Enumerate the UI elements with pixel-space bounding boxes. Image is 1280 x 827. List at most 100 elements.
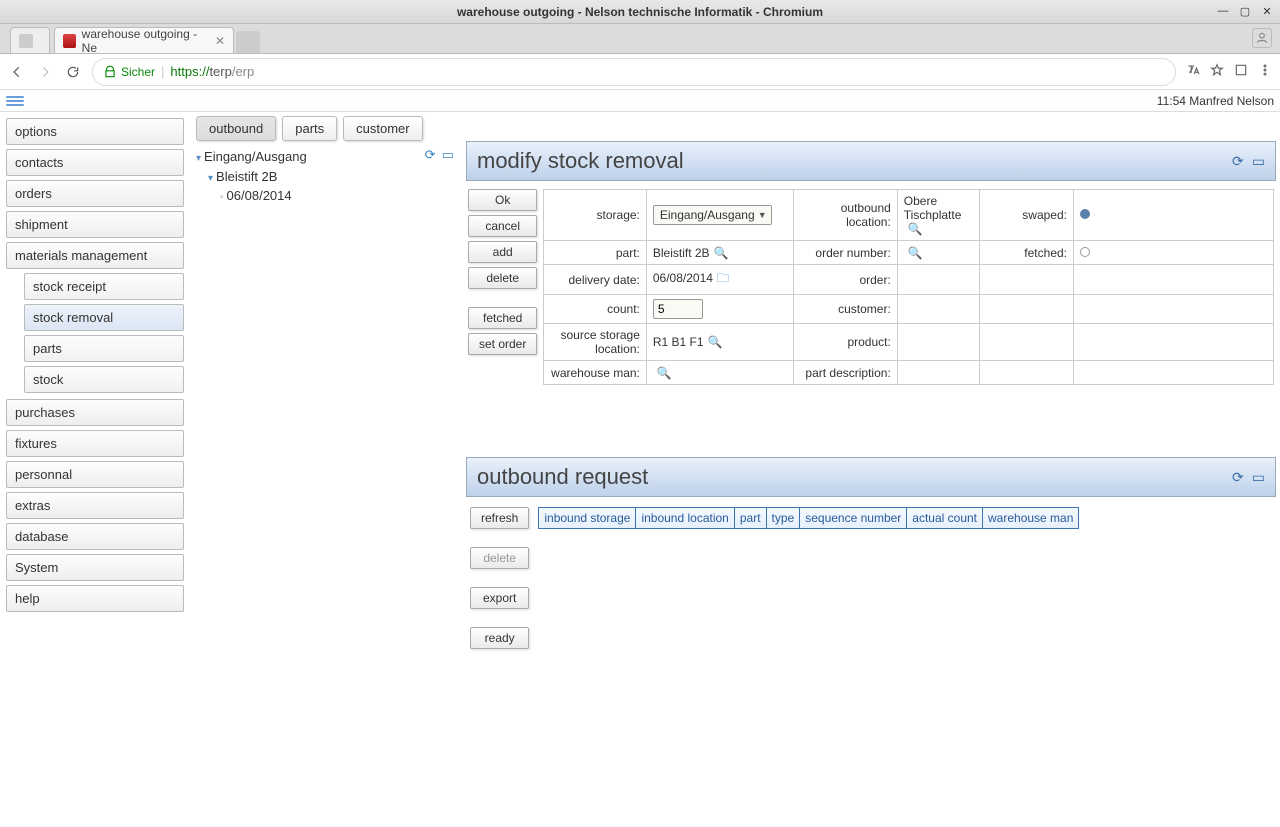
label-product: product: — [793, 324, 897, 361]
tree-caret-icon[interactable]: ▾ — [208, 173, 213, 184]
app-menu-icon[interactable] — [6, 96, 24, 106]
browser-urlbar: Sicher | https://terp/erp — [0, 54, 1280, 90]
panel-header-modify: modify stock removal ⟳ ▭ — [466, 141, 1276, 181]
col-inbound-storage[interactable]: inbound storage — [538, 507, 636, 529]
swaped-radio[interactable] — [1080, 209, 1090, 219]
sidebar-item-shipment[interactable]: shipment — [6, 211, 184, 238]
panel-refresh-icon[interactable]: ⟳ — [1232, 153, 1244, 170]
sidebar-item-personnal[interactable]: personnal — [6, 461, 184, 488]
tab-customer[interactable]: customer — [343, 116, 422, 141]
search-icon[interactable]: 🔍 — [908, 222, 923, 236]
content-tabs: outbound parts customer — [190, 112, 1280, 141]
sidebar-item-orders[interactable]: orders — [6, 180, 184, 207]
label-warehouse-man: warehouse man: — [544, 361, 647, 385]
panel-collapse-icon[interactable]: ▭ — [1252, 469, 1265, 486]
bookmark-icon[interactable] — [1210, 63, 1224, 80]
extensions-icon[interactable] — [1234, 63, 1248, 80]
sidebar-item-options[interactable]: options — [6, 118, 184, 145]
page-icon — [19, 34, 33, 48]
panel-header-outbound: outbound request ⟳ ▭ — [466, 457, 1276, 497]
outbound-table-header: inbound storage inbound location part ty… — [539, 507, 1079, 529]
browser-tab-active[interactable]: warehouse outgoing - Ne ✕ — [54, 27, 234, 53]
page-icon — [63, 34, 76, 48]
count-input[interactable] — [653, 299, 703, 319]
url-text: https://terp/erp — [170, 64, 254, 79]
browser-tab-blank[interactable] — [10, 27, 50, 53]
cancel-button[interactable]: cancel — [468, 215, 537, 237]
sidebar-item-purchases[interactable]: purchases — [6, 399, 184, 426]
tree-pane: ⟳ ▭ ▾Eingang/Ausgang ▾Bleistift 2B ▫06/0… — [190, 141, 460, 827]
label-part-description: part description: — [793, 361, 897, 385]
url-field[interactable]: Sicher | https://terp/erp — [92, 58, 1176, 86]
panel-refresh-icon[interactable]: ⟳ — [1232, 469, 1244, 486]
nav-reload-icon[interactable] — [64, 63, 82, 81]
tree-node-root[interactable]: ▾Eingang/Ausgang — [196, 147, 454, 167]
panel-collapse-icon[interactable]: ▭ — [1252, 153, 1265, 170]
sidebar-subitem-stock-receipt[interactable]: stock receipt — [24, 273, 184, 300]
new-tab-button[interactable] — [236, 31, 260, 53]
menu-icon[interactable] — [1258, 63, 1272, 80]
panel-title: modify stock removal — [477, 148, 684, 174]
sidebar-subitem-stock-removal[interactable]: stock removal — [24, 304, 184, 331]
storage-select[interactable]: Eingang/Ausgang — [653, 205, 772, 225]
col-inbound-location[interactable]: inbound location — [635, 507, 734, 529]
window-title: warehouse outgoing - Nelson technische I… — [457, 5, 823, 19]
label-source-location: source storage location: — [544, 324, 647, 361]
translate-icon[interactable] — [1186, 63, 1200, 80]
search-icon[interactable]: 🔍 — [708, 335, 723, 349]
tree-refresh-icon[interactable]: ⟳ — [425, 147, 436, 163]
fetched-radio[interactable] — [1080, 247, 1090, 257]
tab-parts[interactable]: parts — [282, 116, 337, 141]
part-value: Bleistift 2B — [653, 246, 710, 260]
tab-outbound[interactable]: outbound — [196, 116, 276, 141]
sidebar-item-help[interactable]: help — [6, 585, 184, 612]
sidebar: options contacts orders shipment materia… — [0, 112, 190, 827]
nav-forward-icon[interactable] — [36, 63, 54, 81]
window-minimize-icon[interactable]: — — [1214, 2, 1232, 20]
os-titlebar: warehouse outgoing - Nelson technische I… — [0, 0, 1280, 24]
tree-leaf-icon: ▫ — [220, 192, 224, 203]
sidebar-item-extras[interactable]: extras — [6, 492, 184, 519]
set-order-button[interactable]: set order — [468, 333, 537, 355]
add-button[interactable]: add — [468, 241, 537, 263]
delete-button-outbound[interactable]: delete — [470, 547, 529, 569]
export-button[interactable]: export — [470, 587, 529, 609]
sidebar-subitem-parts[interactable]: parts — [24, 335, 184, 362]
fetched-button[interactable]: fetched — [468, 307, 537, 329]
ready-button[interactable]: ready — [470, 627, 529, 649]
search-icon[interactable]: 🔍 — [714, 246, 729, 260]
refresh-button[interactable]: refresh — [470, 507, 529, 529]
label-order-number: order number: — [793, 241, 897, 265]
source-location-value: R1 B1 F1 — [653, 335, 704, 349]
tab-close-icon[interactable]: ✕ — [215, 34, 225, 48]
tree-collapse-icon[interactable]: ▭ — [442, 147, 454, 163]
col-type[interactable]: type — [766, 507, 801, 529]
nav-back-icon[interactable] — [8, 63, 26, 81]
col-warehouse-man[interactable]: warehouse man — [982, 507, 1079, 529]
sidebar-item-contacts[interactable]: contacts — [6, 149, 184, 176]
label-fetched: fetched: — [979, 241, 1073, 265]
label-storage: storage: — [544, 190, 647, 241]
tree-node-date[interactable]: ▫06/08/2014 — [220, 186, 454, 206]
sidebar-item-fixtures[interactable]: fixtures — [6, 430, 184, 457]
sidebar-item-materials[interactable]: materials management — [6, 242, 184, 269]
outbound-location-value: Obere Tischplatte — [904, 194, 962, 222]
sidebar-subitem-stock[interactable]: stock — [24, 366, 184, 393]
col-actual-count[interactable]: actual count — [906, 507, 983, 529]
calendar-icon[interactable]: 🗀 — [717, 271, 729, 285]
app-topbar: 11:54 Manfred Nelson — [0, 90, 1280, 112]
window-close-icon[interactable]: ✕ — [1258, 2, 1276, 20]
col-part[interactable]: part — [734, 507, 767, 529]
search-icon[interactable]: 🔍 — [657, 366, 672, 380]
sidebar-item-database[interactable]: database — [6, 523, 184, 550]
form-grid: storage: Eingang/Ausgang outbound locati… — [543, 189, 1274, 385]
tree-node-part[interactable]: ▾Bleistift 2B — [208, 167, 454, 187]
col-sequence-number[interactable]: sequence number — [799, 507, 907, 529]
ok-button[interactable]: Ok — [468, 189, 537, 211]
delete-button[interactable]: delete — [468, 267, 537, 289]
window-maximize-icon[interactable]: ▢ — [1236, 2, 1254, 20]
profile-icon[interactable] — [1252, 28, 1272, 48]
sidebar-item-system[interactable]: System — [6, 554, 184, 581]
search-icon[interactable]: 🔍 — [908, 246, 923, 260]
tree-caret-icon[interactable]: ▾ — [196, 153, 201, 164]
